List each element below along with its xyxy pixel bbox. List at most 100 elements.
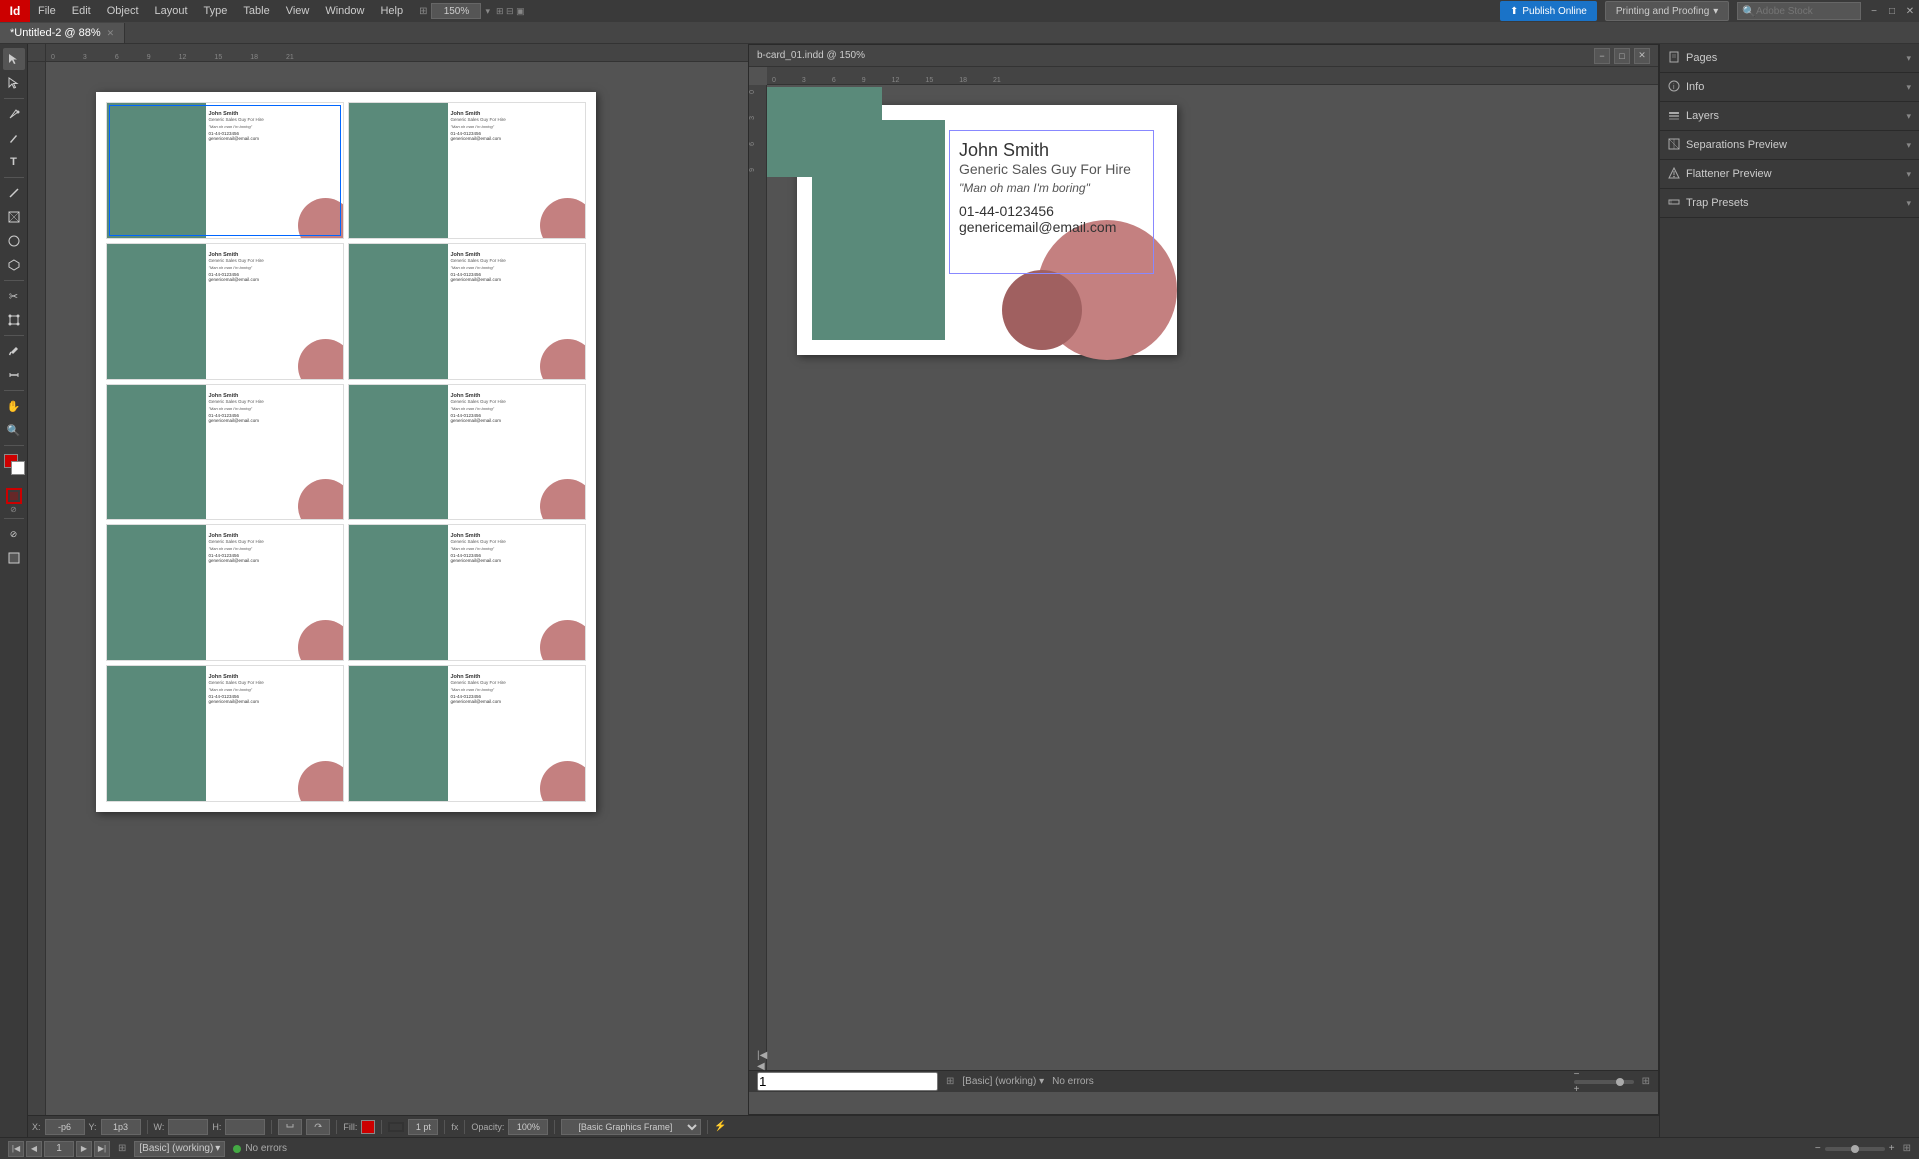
tool-direct-select[interactable] <box>3 72 25 94</box>
opacity-input[interactable] <box>508 1119 548 1135</box>
tab-untitled-2[interactable]: *Untitled-2 @ 88% ✕ <box>0 23 125 43</box>
page-number-input[interactable] <box>44 1141 74 1157</box>
panel-layers-header[interactable]: Layers ▾ <box>1660 102 1919 130</box>
menu-view[interactable]: View <box>278 0 318 22</box>
tool-preview-mode[interactable] <box>3 547 25 569</box>
constrain-proportions[interactable] <box>278 1119 302 1135</box>
menu-table[interactable]: Table <box>235 0 277 22</box>
last-page-btn[interactable]: ▶| <box>94 1141 110 1157</box>
menu-file[interactable]: File <box>30 0 64 22</box>
zoom-track[interactable] <box>1825 1147 1885 1151</box>
stroke-swatch[interactable] <box>388 1122 404 1132</box>
prev-page-btn[interactable]: ◀ <box>26 1141 42 1157</box>
tool-apply-none[interactable]: ⊘ <box>3 523 25 545</box>
tool-polygon[interactable] <box>3 254 25 276</box>
stroke-input[interactable] <box>408 1119 438 1135</box>
background-swatch[interactable] <box>11 461 25 475</box>
bc-card-4[interactable]: John Smith Generic Sales Guy For Hire "M… <box>348 243 586 380</box>
fit-page-icon[interactable]: ⊞ <box>1903 1143 1911 1154</box>
h-input[interactable] <box>225 1119 265 1135</box>
doc2-prev-page[interactable]: ◀ <box>757 1061 938 1072</box>
profile-dropdown[interactable]: [Basic] (working) ▾ <box>134 1141 225 1157</box>
doc2-maximize[interactable]: □ <box>1614 48 1630 64</box>
tool-pen[interactable] <box>3 103 25 125</box>
panel-trap-header[interactable]: Trap Presets ▾ <box>1660 189 1919 217</box>
bc-text-1: John Smith Generic Sales Guy For Hire "M… <box>208 111 339 141</box>
menu-type[interactable]: Type <box>196 0 236 22</box>
printing-proofing-button[interactable]: Printing and Proofing ▾ <box>1605 1 1729 21</box>
frame-type-select[interactable]: [Basic Graphics Frame] <box>561 1119 701 1135</box>
tool-pencil[interactable] <box>3 127 25 149</box>
bc-card-8[interactable]: John Smith Generic Sales Guy For Hire "M… <box>348 524 586 661</box>
tool-rect[interactable] <box>3 206 25 228</box>
info-icon: i <box>1668 80 1680 95</box>
none-indicator: ⊘ <box>10 506 17 514</box>
doc2-canvas[interactable]: John Smith Generic Sales Guy For Hire "M… <box>767 85 1658 1092</box>
tool-hand[interactable]: ✋ <box>3 395 25 417</box>
panel-pages-header[interactable]: Pages ▾ <box>1660 44 1919 72</box>
bc-teal-8 <box>349 525 448 660</box>
menu-window[interactable]: Window <box>317 0 372 22</box>
tab-close-1[interactable]: ✕ <box>107 23 115 43</box>
next-page-btn[interactable]: ▶ <box>76 1141 92 1157</box>
doc2-zoom-track[interactable] <box>1574 1080 1634 1084</box>
zoom-dropdown-icon[interactable]: ▾ <box>485 6 490 17</box>
bc-teal-1 <box>107 103 206 238</box>
bc-card-10[interactable]: John Smith Generic Sales Guy For Hire "M… <box>348 665 586 802</box>
layers-icon <box>1668 109 1680 124</box>
x-input[interactable] <box>45 1119 85 1135</box>
restore-button[interactable]: □ <box>1883 0 1901 22</box>
menu-edit[interactable]: Edit <box>64 0 99 22</box>
rotate-btn[interactable] <box>306 1119 330 1135</box>
menu-layout[interactable]: Layout <box>147 0 196 22</box>
bc-card-5[interactable]: John Smith Generic Sales Guy For Hire "M… <box>106 384 344 521</box>
tool-free-transform[interactable] <box>3 309 25 331</box>
bt-sep-7 <box>554 1120 555 1134</box>
tool-select[interactable] <box>3 48 25 70</box>
zoom-out-btn[interactable]: − <box>1815 1143 1821 1154</box>
tool-zoom[interactable]: 🔍 <box>3 419 25 441</box>
doc-page-1: John Smith Generic Sales Guy For Hire "M… <box>96 92 596 812</box>
tool-measure[interactable] <box>3 364 25 386</box>
tool-ellipse[interactable] <box>3 230 25 252</box>
w-input[interactable] <box>168 1119 208 1135</box>
w-label: W: <box>154 1122 165 1132</box>
close-button[interactable]: ✕ <box>1901 0 1919 22</box>
bc-card-9[interactable]: John Smith Generic Sales Guy For Hire "M… <box>106 665 344 802</box>
first-page-btn[interactable]: |◀ <box>8 1141 24 1157</box>
doc2-next-page[interactable]: ▶ <box>757 1091 938 1092</box>
minimize-button[interactable]: − <box>1865 0 1883 22</box>
stroke-indicator[interactable] <box>6 488 22 504</box>
fill-color-swatch[interactable] <box>361 1120 375 1134</box>
zoom-in-btn[interactable]: + <box>1889 1143 1895 1154</box>
doc2-profile-dropdown[interactable]: [Basic] (working) ▾ <box>962 1076 1044 1087</box>
publish-online-button[interactable]: ⬆ Publish Online <box>1500 1 1597 21</box>
doc2-page-input[interactable] <box>757 1072 938 1091</box>
panel-sep-preview-header[interactable]: Separations Preview ▾ <box>1660 131 1919 159</box>
doc2-close[interactable]: ✕ <box>1634 48 1650 64</box>
bc-card-7[interactable]: John Smith Generic Sales Guy For Hire "M… <box>106 524 344 661</box>
doc2-fit-icon[interactable]: ⊞ <box>1642 1076 1650 1087</box>
doc2-first-page[interactable]: |◀ <box>757 1050 938 1061</box>
doc2-tagline: "Man oh man I'm boring" <box>959 181 1152 195</box>
opacity-label: Opacity: <box>471 1122 504 1132</box>
no-errors-dot <box>233 1145 241 1153</box>
doc2-minimize[interactable]: − <box>1594 48 1610 64</box>
y-input[interactable] <box>101 1119 141 1135</box>
tool-scissors[interactable]: ✂ <box>3 285 25 307</box>
zoom-input[interactable] <box>431 3 481 19</box>
panel-flat-preview-header[interactable]: Flattener Preview ▾ <box>1660 160 1919 188</box>
tool-type[interactable]: T <box>3 151 25 173</box>
menu-help[interactable]: Help <box>372 0 411 22</box>
doc2-zoom-handle[interactable] <box>1616 1078 1624 1086</box>
bc-card-3[interactable]: John Smith Generic Sales Guy For Hire "M… <box>106 243 344 380</box>
tool-eyedropper[interactable] <box>3 340 25 362</box>
menu-object[interactable]: Object <box>99 0 147 22</box>
bc-card-1[interactable]: John Smith Generic Sales Guy For Hire "M… <box>106 102 344 239</box>
search-input[interactable] <box>1756 6 1856 17</box>
bc-card-6[interactable]: John Smith Generic Sales Guy For Hire "M… <box>348 384 586 521</box>
panel-info-header[interactable]: i Info ▾ <box>1660 73 1919 101</box>
tool-line[interactable] <box>3 182 25 204</box>
zoom-handle[interactable] <box>1851 1145 1859 1153</box>
bc-card-2[interactable]: John Smith Generic Sales Guy For Hire "M… <box>348 102 586 239</box>
